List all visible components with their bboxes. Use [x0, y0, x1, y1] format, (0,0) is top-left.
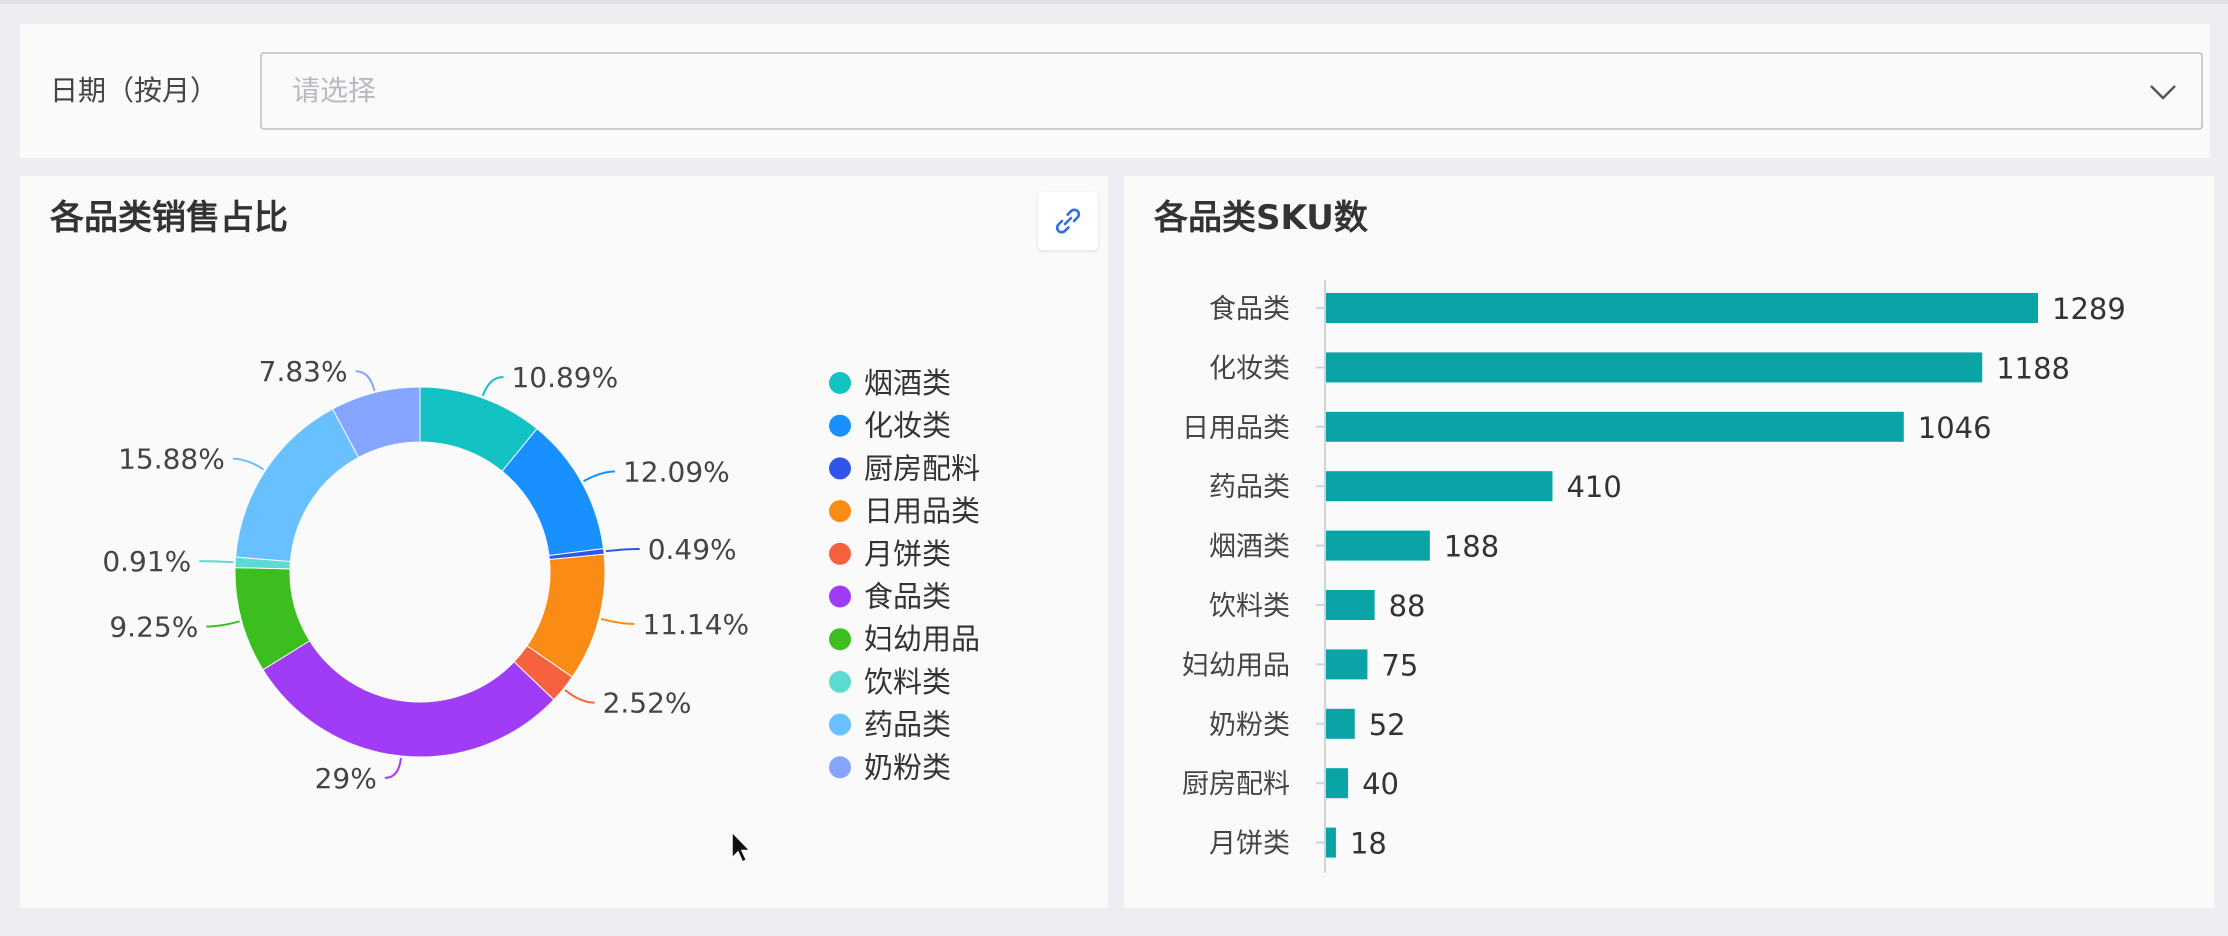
pie-leader-line: [384, 757, 402, 779]
legend-label[interactable]: 饮料类: [864, 665, 951, 699]
category-tick-label: 化妆类: [1209, 353, 1290, 384]
category-tick-label: 药品类: [1209, 472, 1290, 503]
pie-leader-line: [481, 375, 504, 397]
legend-marker[interactable]: [829, 756, 851, 779]
category-tick-label: 妇幼用品: [1182, 650, 1290, 681]
category-tick-label: 日用品类: [1182, 413, 1290, 444]
pie-slice[interactable]: [262, 640, 555, 758]
top-border: [0, 0, 2228, 4]
legend-label[interactable]: 厨房配料: [864, 451, 980, 485]
pie-data-label: 29%: [315, 762, 377, 795]
category-tick-label: 烟酒类: [1209, 532, 1290, 563]
pie-data-label: 2.52%: [603, 687, 692, 720]
bar-chart: 食品类 1289 化妆类 1188 日用品类 1046 药品类 410 烟酒类 188 饮料类 88 妇…: [1182, 280, 2126, 873]
legend-marker[interactable]: [829, 500, 851, 523]
bar-value-label: 88: [1389, 589, 1426, 623]
bar-mark[interactable]: [1326, 708, 1355, 739]
date-filter-label: 日期（按月）: [50, 74, 219, 107]
legend-label[interactable]: 奶粉类: [864, 750, 951, 784]
bar-value-label: 1188: [1996, 351, 2070, 385]
bar-mark[interactable]: [1326, 471, 1553, 502]
date-filter-bar: 日期（按月） 请选择: [20, 24, 2210, 158]
legend-marker[interactable]: [829, 457, 851, 480]
legend-marker[interactable]: [829, 414, 851, 437]
legend-label[interactable]: 食品类: [864, 580, 951, 614]
pie-leader-line: [206, 620, 240, 628]
bar-mark[interactable]: [1326, 649, 1368, 680]
pie-chart: 10.89% 12.09% 0.49% 11.14% 2.52% 29% 9.25% 0.91…: [102, 355, 980, 795]
pie-leader-line: [355, 370, 376, 391]
pie-data-label: 9.25%: [109, 611, 198, 644]
bar-value-label: 52: [1369, 708, 1406, 742]
mouse-cursor-icon: [731, 830, 752, 864]
bar-mark[interactable]: [1326, 768, 1349, 799]
pie-data-label: 10.89%: [511, 361, 618, 394]
category-tick-label: 厨房配料: [1182, 769, 1290, 800]
sku-count-card: 各品类SKU数 食品类 1289 化妆类 1188 日用品类 1046 药品类 410 烟酒类 1…: [1124, 176, 2214, 908]
bar-value-label: 188: [1444, 530, 1499, 564]
legend-label[interactable]: 化妆类: [864, 409, 951, 443]
pie-leader-line: [232, 457, 265, 471]
bar-mark[interactable]: [1326, 352, 1983, 383]
category-tick-label: 奶粉类: [1209, 710, 1290, 741]
pie-leader-line: [600, 617, 635, 625]
bar-value-label: 18: [1350, 827, 1387, 861]
bar-value-label: 75: [1381, 648, 1418, 682]
pie-data-label: 0.91%: [102, 545, 191, 578]
legend-label[interactable]: 妇幼用品: [864, 622, 980, 656]
date-month-select[interactable]: 请选择: [260, 52, 2203, 130]
legend-label[interactable]: 日用品类: [864, 494, 980, 528]
category-tick-label: 月饼类: [1209, 829, 1290, 860]
pie-data-label: 12.09%: [623, 456, 730, 489]
legend-marker[interactable]: [829, 372, 851, 394]
bar-mark[interactable]: [1326, 590, 1375, 620]
legend-label[interactable]: 烟酒类: [864, 366, 951, 400]
pie-data-label: 15.88%: [118, 443, 225, 476]
legend-marker[interactable]: [829, 628, 851, 651]
legend-marker[interactable]: [829, 542, 851, 565]
select-placeholder: 请选择: [292, 74, 377, 107]
legend-label[interactable]: 药品类: [864, 708, 951, 742]
legend-marker[interactable]: [829, 670, 851, 693]
pie-data-label: 0.49%: [648, 533, 737, 566]
pie-data-label: 11.14%: [642, 608, 749, 641]
legend-marker[interactable]: [829, 713, 851, 736]
pie-leader-line: [564, 689, 595, 704]
pie-leader-line: [199, 560, 234, 564]
bar-mark[interactable]: [1326, 411, 1904, 442]
pie-slice[interactable]: [235, 408, 360, 563]
category-tick-label: 饮料类: [1209, 591, 1290, 622]
chevron-down-icon[interactable]: [2147, 76, 2179, 108]
bar-mark[interactable]: [1326, 530, 1430, 561]
pie-leader-line: [605, 547, 640, 553]
bar-value-label: 40: [1362, 767, 1399, 801]
legend-marker[interactable]: [829, 585, 851, 608]
bar-mark[interactable]: [1326, 293, 2038, 323]
bar-mark[interactable]: [1326, 827, 1336, 858]
pie-data-label: 7.83%: [259, 355, 348, 388]
category-tick-label: 食品类: [1209, 294, 1290, 325]
sales-share-card: 各品类销售占比 10.89% 12.09% 0.49% 11.14% 2.52% 29% 9…: [20, 176, 1108, 908]
bar-value-label: 1046: [1918, 411, 1992, 445]
bar-value-label: 410: [1566, 470, 1621, 504]
pie-leader-line: [583, 470, 616, 483]
legend-label[interactable]: 月饼类: [864, 537, 951, 571]
bar-value-label: 1289: [2052, 292, 2126, 326]
